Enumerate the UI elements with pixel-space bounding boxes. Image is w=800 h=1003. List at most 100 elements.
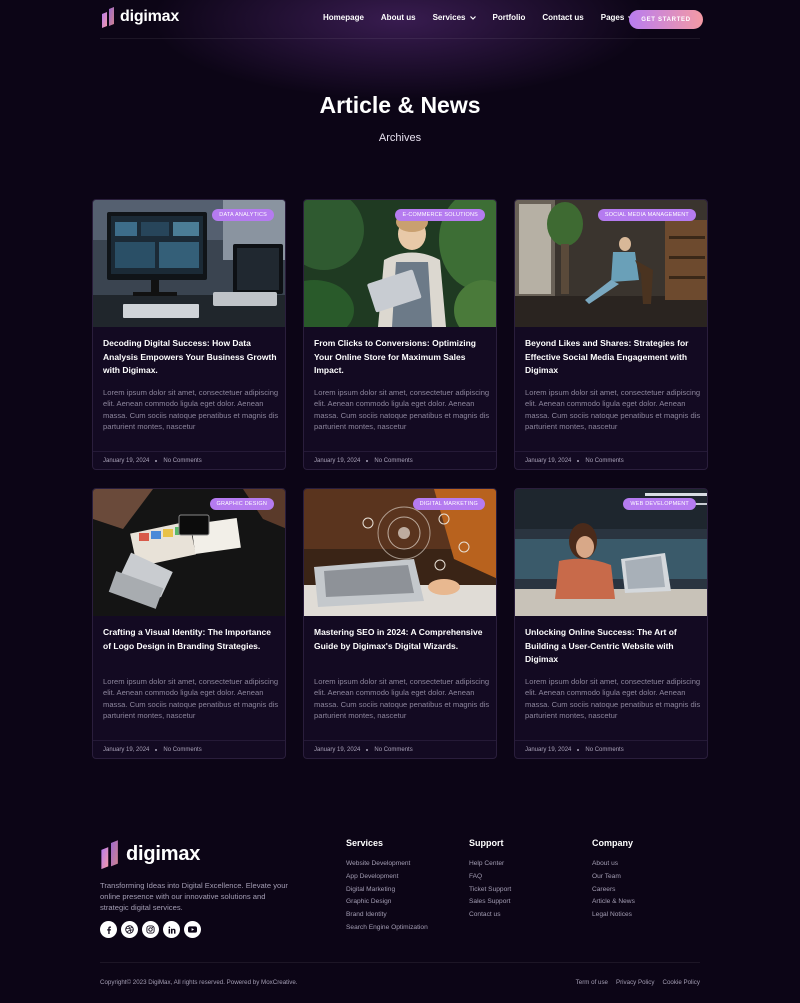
cookie-link[interactable]: Cookie Policy [663, 979, 701, 986]
site-logo[interactable]: digimax [101, 6, 179, 28]
footer-link[interactable]: Ticket Support [469, 884, 511, 897]
category-badge[interactable]: GRAPHIC DESIGN [209, 498, 274, 510]
logo-text: digimax [126, 842, 201, 865]
site-header: digimax Homepage About us Services Portf… [0, 0, 800, 38]
nav-about-us[interactable]: About us [381, 13, 416, 22]
post-date[interactable]: January 19, 2024 [314, 747, 360, 753]
footer-heading: Company [592, 838, 634, 848]
post-excerpt: Lorem ipsum dolor sit amet, consectetuer… [525, 677, 701, 720]
dribbble-icon[interactable] [121, 921, 138, 938]
post-title[interactable]: Unlocking Online Success: The Art of Bui… [525, 626, 701, 667]
post-title[interactable]: Mastering SEO in 2024: A Comprehensive G… [314, 626, 490, 653]
footer-link[interactable]: Our Team [592, 871, 635, 884]
category-badge[interactable]: DATA ANALYTICS [212, 209, 274, 221]
chevron-down-icon [469, 15, 476, 20]
post-card[interactable]: E-COMMERCE SOLUTIONS From Clicks to Conv… [303, 199, 497, 470]
post-meta: January 19, 2024 No Comments [314, 458, 413, 464]
footer-link[interactable]: App Development [346, 871, 428, 884]
footer-services: Services Website Development App Develop… [346, 838, 428, 935]
post-title[interactable]: Beyond Likes and Shares: Strategies for … [525, 337, 701, 378]
post-title[interactable]: From Clicks to Conversions: Optimizing Y… [314, 337, 490, 378]
instagram-icon[interactable] [142, 921, 159, 938]
social-links [100, 921, 201, 938]
card-divider [515, 740, 707, 741]
main-nav: Homepage About us Services Portfolio Con… [323, 13, 651, 22]
separator-dot [155, 749, 158, 751]
card-divider [515, 451, 707, 452]
footer-link[interactable]: About us [592, 858, 635, 871]
nav-label: Portfolio [492, 13, 526, 22]
card-divider [93, 740, 285, 741]
separator-dot [577, 749, 580, 751]
footer-link[interactable]: Article & News [592, 896, 635, 909]
post-excerpt: Lorem ipsum dolor sit amet, consectetuer… [103, 388, 279, 431]
footer-link[interactable]: Legal Notices [592, 909, 635, 922]
footer-link[interactable]: FAQ [469, 871, 511, 884]
youtube-icon[interactable] [184, 921, 201, 938]
card-divider [93, 451, 285, 452]
nav-label: Homepage [323, 13, 364, 22]
post-card[interactable]: SOCIAL MEDIA MANAGEMENT Beyond Likes and… [514, 199, 708, 470]
post-excerpt: Lorem ipsum dolor sit amet, consectetuer… [314, 388, 490, 431]
category-badge[interactable]: E-COMMERCE SOLUTIONS [395, 209, 485, 221]
post-card[interactable]: DIGITAL MARKETING Mastering SEO in 2024:… [303, 488, 497, 759]
footer-link[interactable]: Sales Support [469, 896, 511, 909]
footer-link[interactable]: Careers [592, 884, 635, 897]
category-badge[interactable]: SOCIAL MEDIA MANAGEMENT [597, 209, 696, 221]
separator-dot [366, 749, 369, 751]
nav-label: About us [380, 13, 416, 22]
post-card[interactable]: DATA ANALYTICS Decoding Digital Success:… [92, 199, 286, 470]
post-title[interactable]: Decoding Digital Success: How Data Analy… [103, 337, 279, 378]
copyright: Copyright© 2023 DigiMax, All rights rese… [100, 979, 298, 986]
post-comments[interactable]: No Comments [585, 747, 623, 753]
post-comments[interactable]: No Comments [163, 458, 201, 464]
post-comments[interactable]: No Comments [163, 747, 201, 753]
post-date[interactable]: January 19, 2024 [525, 747, 571, 753]
post-title[interactable]: Crafting a Visual Identity: The Importan… [103, 626, 279, 653]
post-meta: January 19, 2024 No Comments [103, 458, 202, 464]
facebook-icon[interactable] [100, 921, 117, 938]
nav-services[interactable]: Services [433, 13, 476, 22]
footer-description: Transforming Ideas into Digital Excellen… [100, 881, 288, 912]
post-date[interactable]: January 19, 2024 [314, 458, 360, 464]
post-comments[interactable]: No Comments [374, 747, 412, 753]
post-date[interactable]: January 19, 2024 [525, 458, 571, 464]
footer-link[interactable]: Graphic Design [346, 896, 428, 909]
terms-link[interactable]: Term of use [576, 979, 608, 986]
nav-portfolio[interactable]: Portfolio [493, 13, 526, 22]
page-subtitle: Archives [378, 132, 422, 144]
post-excerpt: Lorem ipsum dolor sit amet, consectetuer… [314, 677, 490, 720]
footer-logo[interactable]: digimax [100, 838, 200, 870]
nav-label: Pages [600, 13, 625, 22]
footer-link[interactable]: Website Development [346, 858, 428, 871]
linkedin-icon[interactable] [163, 921, 180, 938]
category-badge[interactable]: DIGITAL MARKETING [412, 498, 485, 510]
page-title: Article & News [319, 92, 481, 118]
post-card[interactable]: WEB DEVELOPMENT Unlocking Online Success… [514, 488, 708, 759]
footer-heading: Support [469, 838, 504, 848]
post-comments[interactable]: No Comments [585, 458, 623, 464]
post-meta: January 19, 2024 No Comments [314, 747, 413, 753]
post-excerpt: Lorem ipsum dolor sit amet, consectetuer… [525, 388, 701, 431]
footer-divider [100, 962, 700, 963]
separator-dot [577, 460, 580, 462]
legal-links: Term of use Privacy Policy Cookie Policy [576, 979, 700, 986]
footer-link[interactable]: Brand Identity [346, 909, 428, 922]
post-meta: January 19, 2024 No Comments [103, 747, 202, 753]
post-meta: January 19, 2024 No Comments [525, 458, 624, 464]
nav-contact-us[interactable]: Contact us [542, 13, 583, 22]
footer-link[interactable]: Digital Marketing [346, 884, 428, 897]
nav-homepage[interactable]: Homepage [323, 13, 364, 22]
post-date[interactable]: January 19, 2024 [103, 458, 149, 464]
post-comments[interactable]: No Comments [374, 458, 412, 464]
footer-link[interactable]: Contact us [469, 909, 511, 922]
category-badge[interactable]: WEB DEVELOPMENT [623, 498, 696, 510]
get-started-button[interactable]: GET STARTED [629, 10, 703, 29]
footer-link[interactable]: Search Engine Optimization [346, 922, 428, 935]
post-date[interactable]: January 19, 2024 [103, 747, 149, 753]
post-card[interactable]: GRAPHIC DESIGN Crafting a Visual Identit… [92, 488, 286, 759]
card-divider [304, 740, 496, 741]
privacy-link[interactable]: Privacy Policy [616, 979, 655, 986]
footer-link[interactable]: Help Center [469, 858, 511, 871]
post-excerpt: Lorem ipsum dolor sit amet, consectetuer… [103, 677, 279, 720]
